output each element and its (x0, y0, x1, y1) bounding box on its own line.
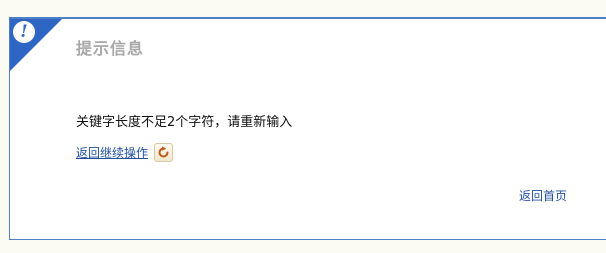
notice-message: 关键字长度不足2个字符，请重新输入 (76, 115, 293, 130)
exclamation-icon: ! (13, 21, 35, 43)
notice-title: 提示信息 (76, 39, 145, 58)
notice-panel: ! 提示信息 关键字长度不足2个字符，请重新输入 返回继续操作 返回首页 (9, 17, 606, 240)
refresh-arrow-icon[interactable] (154, 143, 174, 162)
back-continue-link[interactable]: 返回继续操作 (76, 144, 148, 161)
return-home-link[interactable]: 返回首页 (519, 187, 567, 204)
back-row: 返回继续操作 (76, 143, 174, 162)
